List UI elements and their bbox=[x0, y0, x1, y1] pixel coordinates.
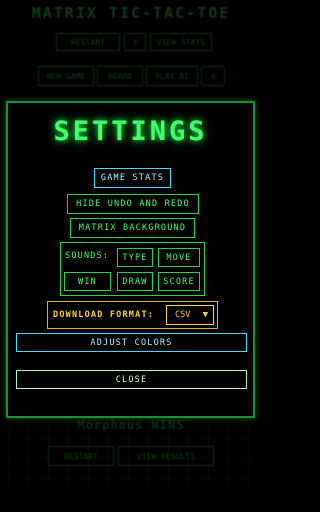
sounds-label: SOUNDS: bbox=[65, 251, 110, 261]
download-format-value: CSV bbox=[175, 310, 191, 320]
sound-move-toggle[interactable]: MOVE bbox=[158, 248, 200, 267]
bg-new-game-button: NEW GAME bbox=[38, 66, 94, 86]
game-stats-button[interactable]: GAME STATS bbox=[94, 168, 171, 188]
download-format-group: DOWNLOAD FORMAT: CSV ▼ bbox=[47, 301, 218, 329]
bg-play-ai-button: PLAY AI bbox=[146, 66, 198, 86]
download-format-label: DOWNLOAD FORMAT: bbox=[53, 310, 155, 320]
sound-score-toggle[interactable]: SCORE bbox=[158, 272, 200, 291]
hide-undo-redo-button[interactable]: HIDE UNDO AND REDO bbox=[67, 194, 199, 214]
bg-restart-button: RESTART bbox=[56, 33, 120, 51]
bg-x-button: X bbox=[124, 33, 146, 51]
settings-modal: SETTINGS GAME STATS HIDE UNDO AND REDO M… bbox=[6, 101, 255, 418]
caret-down-icon: ▼ bbox=[202, 310, 208, 320]
close-button[interactable]: CLOSE bbox=[16, 370, 247, 389]
bg-view-results-button: VIEW RESULTS bbox=[118, 446, 214, 466]
bg-board-button: BOARD bbox=[97, 66, 143, 86]
bg-winner-text: Morpheus WINS bbox=[77, 418, 185, 432]
bg-restart-bottom-button: RESTART bbox=[48, 446, 114, 466]
sound-type-toggle[interactable]: TYPE bbox=[117, 248, 153, 267]
download-format-select[interactable]: CSV ▼ bbox=[166, 305, 214, 325]
matrix-background-button[interactable]: MATRIX BACKGROUND bbox=[70, 218, 195, 238]
background-title: MATRIX TIC-TAC-TOE bbox=[31, 4, 231, 22]
sounds-group: SOUNDS: TYPE MOVE WIN DRAW SCORE bbox=[60, 242, 205, 296]
settings-title: SETTINGS bbox=[53, 116, 208, 147]
adjust-colors-button[interactable]: ADJUST COLORS bbox=[16, 333, 247, 352]
sound-win-toggle[interactable]: WIN bbox=[64, 272, 111, 291]
bg-gear-icon: ⚙ bbox=[201, 66, 225, 86]
bg-view-stats-button: VIEW STATS bbox=[150, 33, 212, 51]
sound-draw-toggle[interactable]: DRAW bbox=[117, 272, 153, 291]
